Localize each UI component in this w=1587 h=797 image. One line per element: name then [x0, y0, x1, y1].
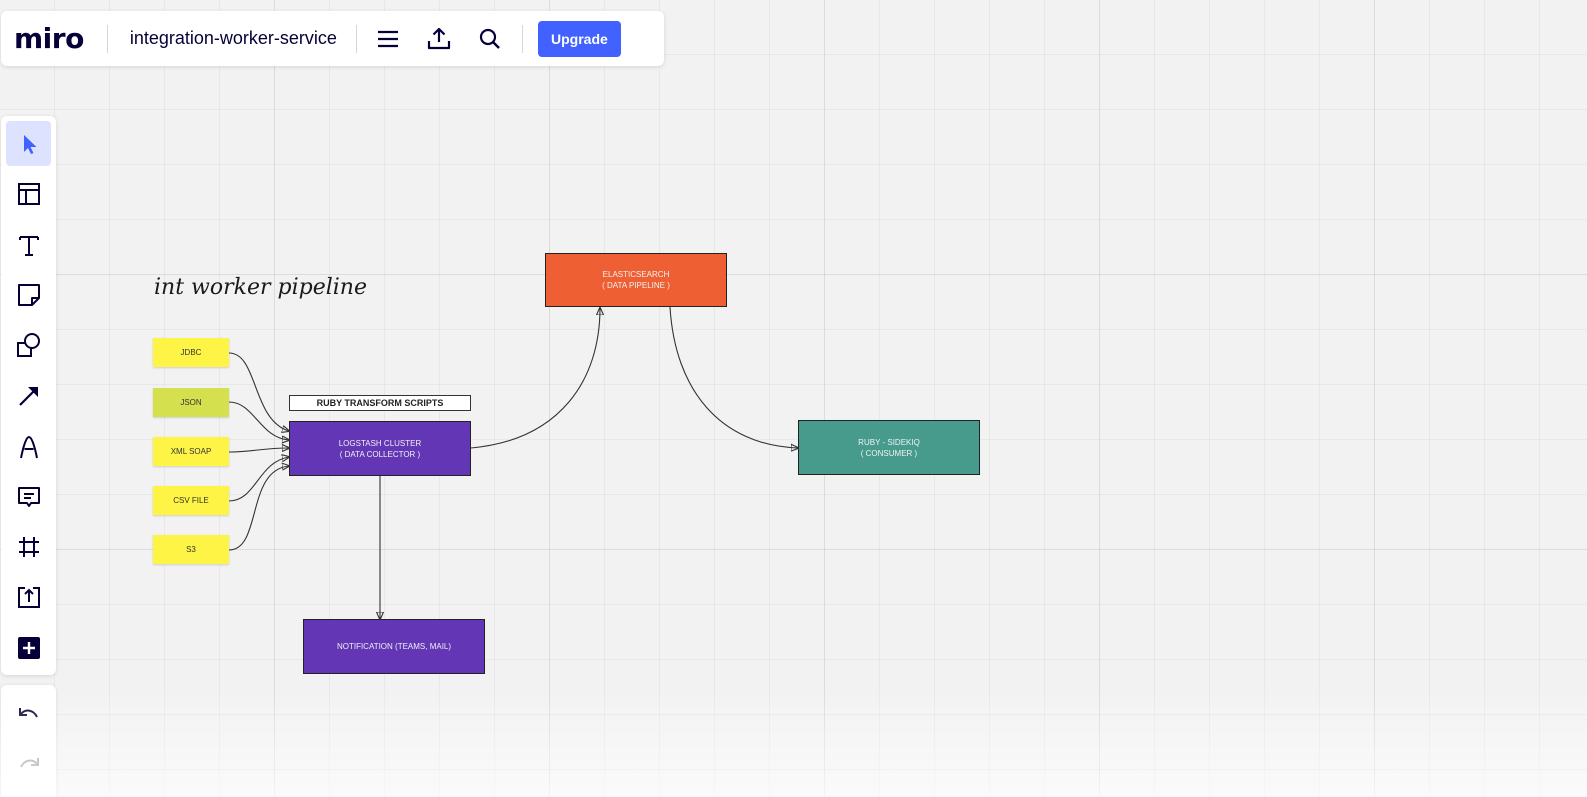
connector-logstash-elasticsearch[interactable] [470, 308, 600, 449]
connector-jdbc[interactable] [228, 352, 289, 431]
connector-xml-soap[interactable] [228, 448, 289, 453]
connector-elasticsearch-sidekiq[interactable] [669, 306, 798, 448]
connector-csv-file[interactable] [228, 457, 289, 502]
connectors [228, 306, 1587, 797]
connector-json[interactable] [228, 401, 289, 440]
